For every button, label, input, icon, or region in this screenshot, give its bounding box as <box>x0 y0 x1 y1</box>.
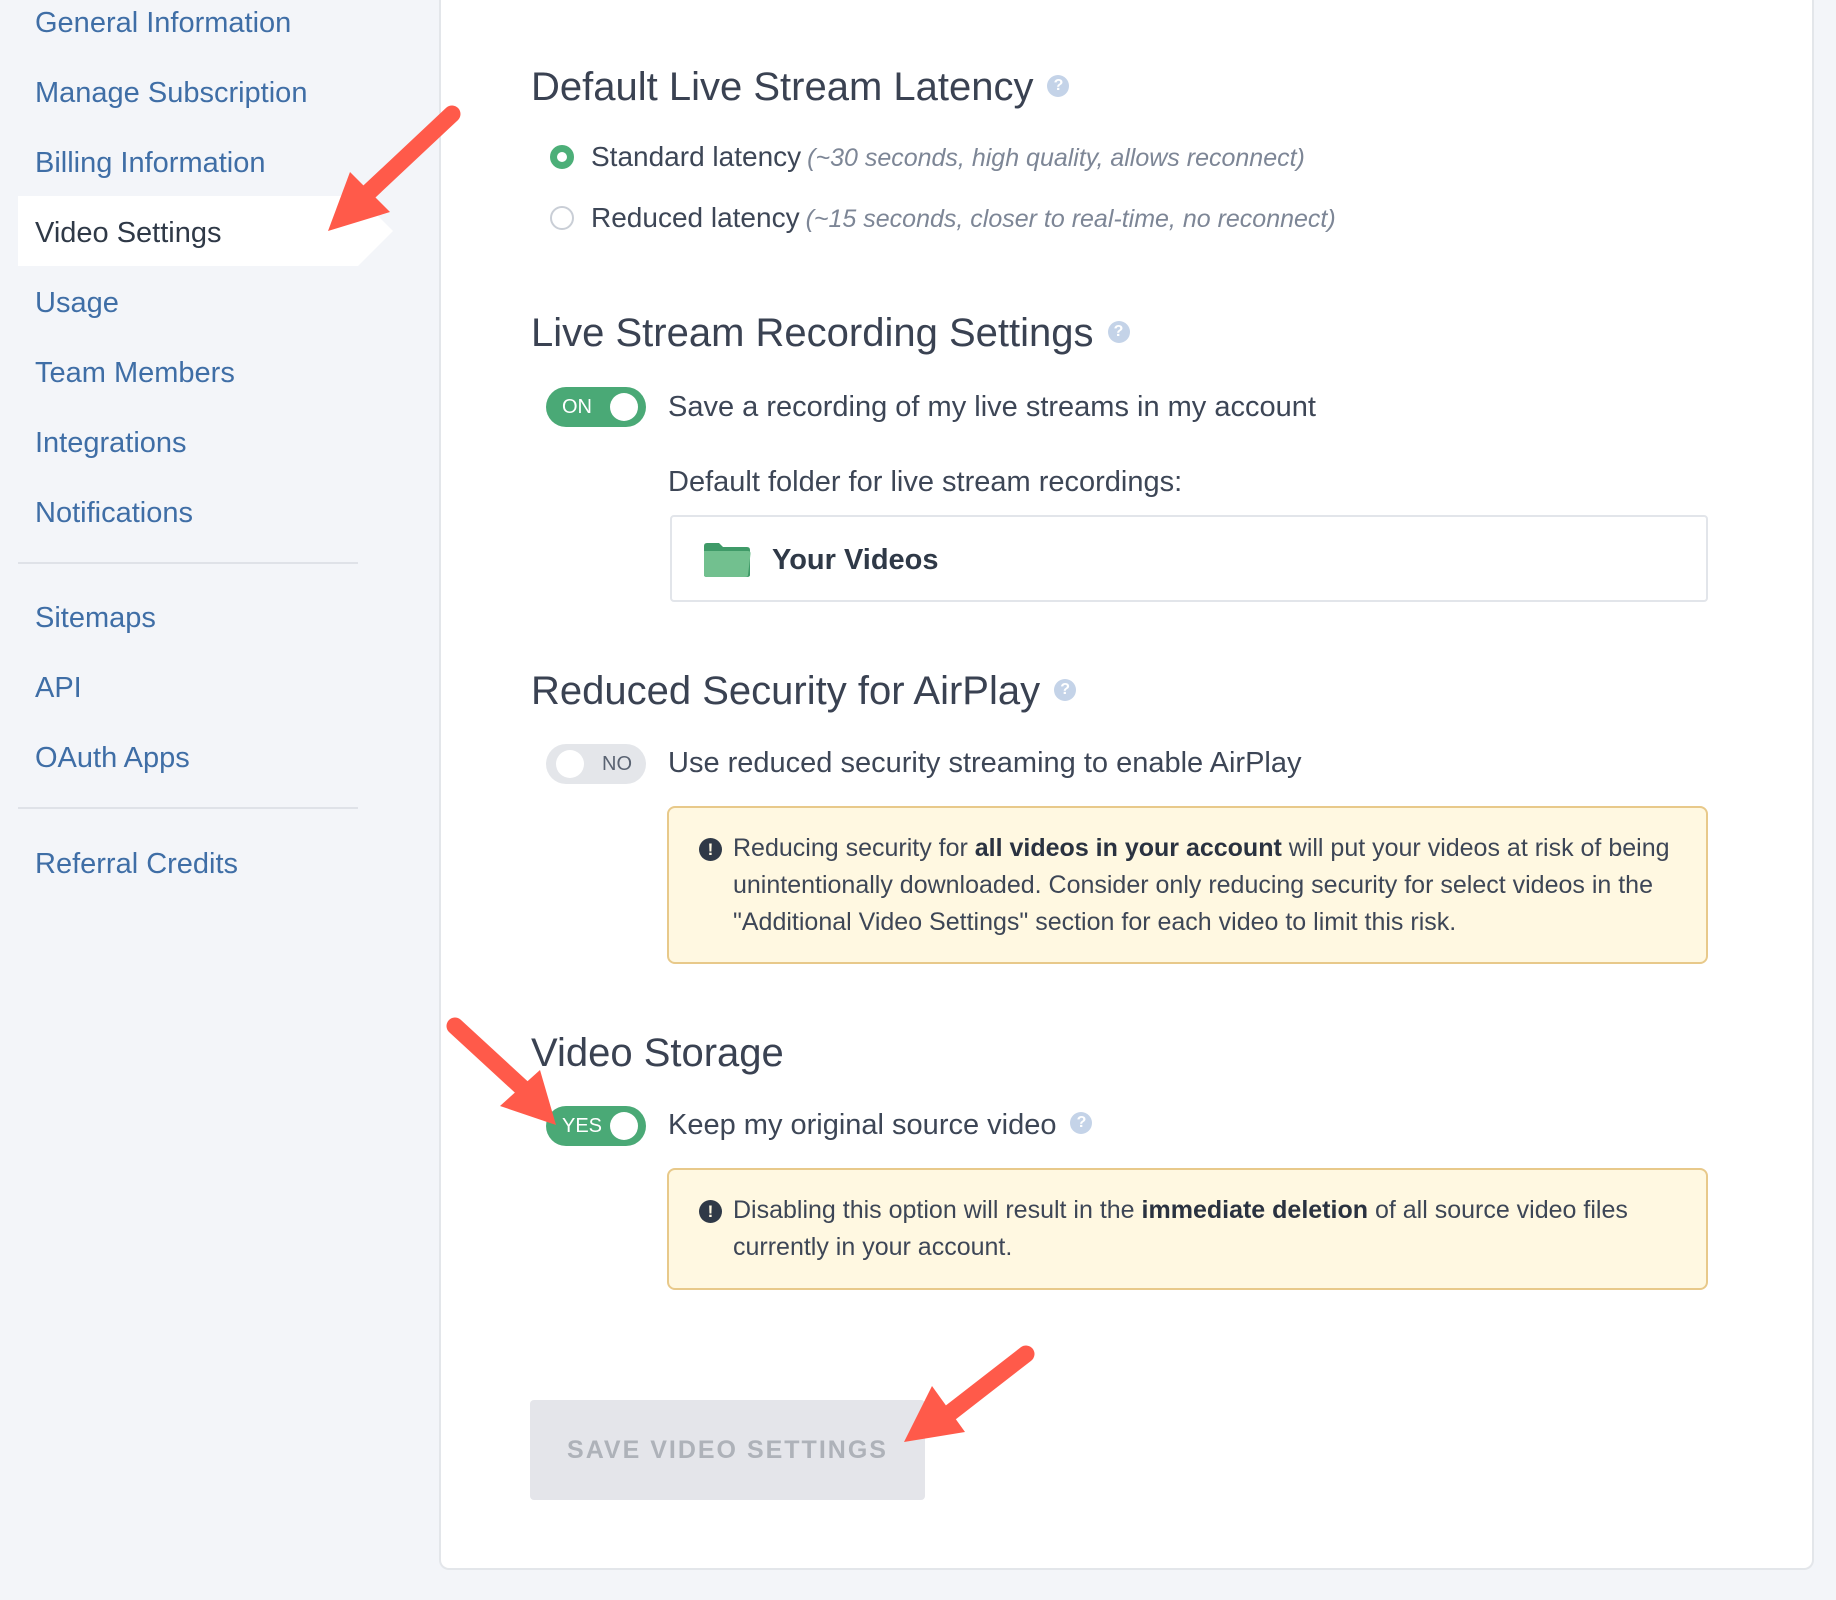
folder-picker[interactable]: Your Videos <box>670 515 1708 602</box>
standard-latency-label[interactable]: Standard latency (~30 seconds, high quali… <box>591 139 1305 176</box>
reduced-latency-radio[interactable] <box>550 206 574 230</box>
question-circle-icon[interactable]: ? <box>1070 1112 1093 1135</box>
save-video-settings-button[interactable]: SAVE VIDEO SETTINGS <box>530 1400 925 1500</box>
sidebar-item-general-information[interactable]: General Information <box>35 3 291 43</box>
exclamation-circle-icon: ! <box>699 838 722 861</box>
sidebar-item-sitemaps[interactable]: Sitemaps <box>35 598 156 638</box>
sidebar-item-notifications[interactable]: Notifications <box>35 493 193 533</box>
sidebar-item-billing-information[interactable]: Billing Information <box>35 143 266 183</box>
folder-icon <box>704 543 751 577</box>
question-circle-icon[interactable]: ? <box>1047 75 1070 98</box>
keep-source-toggle[interactable]: YES <box>546 1106 646 1146</box>
storage-warning: ! Disabling this option will result in t… <box>667 1168 1708 1290</box>
sidebar-item-api[interactable]: API <box>35 668 82 708</box>
folder-label: Default folder for live stream recording… <box>668 466 1183 498</box>
airplay-warning: ! Reducing security for all videos in yo… <box>667 806 1708 964</box>
toggle-knob <box>610 393 638 421</box>
latency-section-title: Default Live Stream Latency? <box>531 63 1070 111</box>
toggle-knob <box>556 750 584 778</box>
sidebar-divider <box>18 807 358 809</box>
sidebar-divider <box>18 562 358 564</box>
question-circle-icon[interactable]: ? <box>1107 321 1130 344</box>
sidebar-item-integrations[interactable]: Integrations <box>35 423 187 463</box>
sidebar-item-oauth-apps[interactable]: OAuth Apps <box>35 738 190 778</box>
sidebar-item-manage-subscription[interactable]: Manage Subscription <box>35 73 307 113</box>
storage-section-title: Video Storage <box>531 1031 784 1075</box>
sidebar-item-team-members[interactable]: Team Members <box>35 353 235 393</box>
question-circle-icon[interactable]: ? <box>1054 679 1077 702</box>
folder-name: Your Videos <box>772 544 939 576</box>
airplay-description: Use reduced security streaming to enable… <box>668 747 1302 779</box>
sidebar-item-video-settings[interactable]: Video Settings <box>35 213 222 253</box>
toggle-knob <box>610 1112 638 1140</box>
exclamation-circle-icon: ! <box>699 1200 722 1223</box>
settings-sidebar: General Information Manage Subscription … <box>0 0 439 1600</box>
recording-section-title: Live Stream Recording Settings? <box>531 309 1130 357</box>
reduced-latency-label[interactable]: Reduced latency (~15 seconds, closer to r… <box>591 200 1336 237</box>
airplay-section-title: Reduced Security for AirPlay? <box>531 667 1077 715</box>
sidebar-item-usage[interactable]: Usage <box>35 283 119 323</box>
recording-description: Save a recording of my live streams in m… <box>668 391 1316 423</box>
standard-latency-radio[interactable] <box>550 145 574 169</box>
airplay-toggle[interactable]: NO <box>546 744 646 784</box>
sidebar-item-referral-credits[interactable]: Referral Credits <box>35 844 238 884</box>
recording-toggle[interactable]: ON <box>546 387 646 427</box>
keep-source-description: Keep my original source video? <box>668 1106 1093 1144</box>
